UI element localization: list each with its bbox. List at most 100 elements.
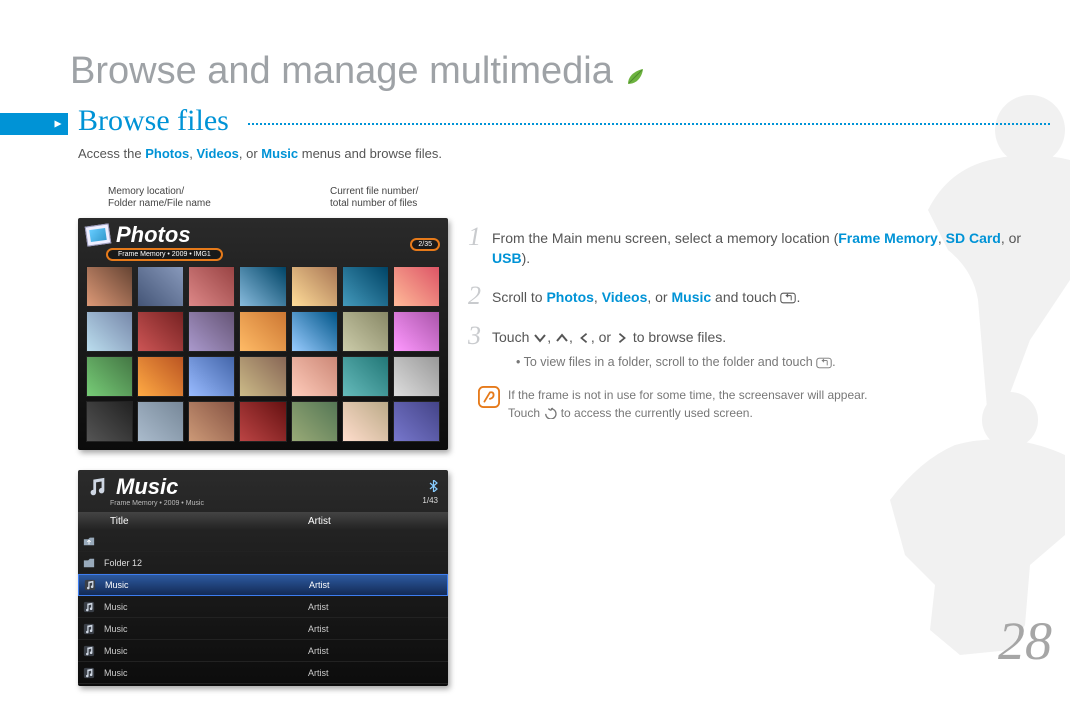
music-note-icon: [79, 579, 101, 591]
photo-thumb[interactable]: [188, 311, 235, 352]
step-3-body: Touch , , , or to browse files. To view …: [492, 323, 836, 372]
photo-thumb[interactable]: [188, 356, 235, 397]
step-3: 3 Touch , , , or to browse files. To vie…: [468, 323, 1028, 372]
photo-thumb[interactable]: [137, 311, 184, 352]
music-row-title: Music: [100, 668, 308, 678]
photo-thumb[interactable]: [86, 311, 133, 352]
music-row-title: Music: [100, 646, 308, 656]
music-row-artist: Artist: [308, 646, 448, 656]
photo-thumb[interactable]: [137, 401, 184, 442]
steps-column: 1 From the Main menu screen, select a me…: [468, 224, 1028, 422]
music-row-title: Music: [101, 580, 309, 590]
chevron-up-icon: [555, 332, 569, 344]
music-list: Folder 12MusicArtistMusicArtistMusicArti…: [78, 530, 448, 686]
music-header: Music: [78, 470, 448, 500]
music-panel: Music Frame Memory • 2009 • Music 1/43 T…: [78, 470, 448, 686]
music-row[interactable]: MusicArtist: [78, 618, 448, 640]
photo-thumb[interactable]: [137, 266, 184, 307]
back-icon: [543, 407, 557, 419]
photo-thumb[interactable]: [291, 311, 338, 352]
photo-thumb[interactable]: [239, 356, 286, 397]
photo-thumb[interactable]: [291, 401, 338, 442]
music-table-header: Title Artist: [78, 512, 448, 530]
photos-file-counter: 2/35: [410, 238, 440, 251]
photo-thumb[interactable]: [86, 356, 133, 397]
note-box: If the frame is not in use for some time…: [478, 386, 1028, 422]
step-1: 1 From the Main menu screen, select a me…: [468, 224, 1028, 269]
music-row[interactable]: MusicArtist: [78, 640, 448, 662]
photos-header: Photos: [78, 218, 448, 248]
page-number: 28: [998, 610, 1052, 672]
music-note-icon: [78, 601, 100, 613]
photo-thumb[interactable]: [291, 356, 338, 397]
music-row-title: Music: [100, 602, 308, 612]
enter-icon: [816, 357, 832, 369]
photo-thumb[interactable]: [86, 266, 133, 307]
chevron-right-icon: [615, 332, 629, 344]
photo-thumb[interactable]: [393, 311, 440, 352]
photo-thumb[interactable]: [291, 266, 338, 307]
chevron-left-icon: [577, 332, 591, 344]
music-row-title: Folder 12: [100, 558, 308, 568]
music-row[interactable]: MusicArtist: [78, 684, 448, 686]
photo-thumb[interactable]: [239, 401, 286, 442]
bluetooth-icon: [429, 480, 438, 494]
music-app-icon: [86, 476, 108, 498]
folder-icon: [78, 557, 100, 569]
music-row[interactable]: MusicArtist: [78, 574, 448, 596]
music-row-artist: Artist: [308, 602, 448, 612]
step-2-body: Scroll to Photos, Videos, or Music and t…: [492, 283, 800, 309]
photo-thumb[interactable]: [86, 401, 133, 442]
music-row[interactable]: MusicArtist: [78, 596, 448, 618]
enter-icon: [780, 292, 796, 304]
photo-thumb[interactable]: [137, 356, 184, 397]
music-row[interactable]: MusicArtist: [78, 662, 448, 684]
photo-thumb[interactable]: [393, 266, 440, 307]
chevron-down-icon: [533, 332, 547, 344]
photos-title: Photos: [116, 222, 191, 248]
music-row-title: Music: [100, 624, 308, 634]
step-number: 3: [468, 323, 492, 372]
col-title: Title: [78, 516, 308, 527]
callout-file-number: Current file number/ total number of fil…: [330, 186, 418, 209]
step-number: 1: [468, 224, 492, 269]
music-row-artist: Artist: [308, 668, 448, 678]
step-2: 2 Scroll to Photos, Videos, or Music and…: [468, 283, 1028, 309]
photo-thumb[interactable]: [188, 401, 235, 442]
section-title: Browse files: [78, 104, 229, 138]
page-heading-text: Browse and manage multimedia: [70, 50, 613, 92]
note-text: If the frame is not in use for some time…: [508, 386, 868, 422]
step-number: 2: [468, 283, 492, 309]
music-note-icon: [78, 623, 100, 635]
photo-thumb[interactable]: [239, 311, 286, 352]
photo-thumb[interactable]: [342, 311, 389, 352]
photo-thumb[interactable]: [393, 401, 440, 442]
photo-thumb[interactable]: [239, 266, 286, 307]
note-badge-icon: [478, 386, 500, 408]
photo-thumb[interactable]: [342, 401, 389, 442]
photo-thumb[interactable]: [342, 266, 389, 307]
photos-app-icon: [85, 223, 112, 246]
music-title: Music: [116, 474, 178, 500]
folder-up-icon: [78, 535, 100, 547]
photo-thumb[interactable]: [342, 356, 389, 397]
intro-line: Access the Photos, Videos, or Music menu…: [78, 146, 442, 161]
music-row[interactable]: [78, 530, 448, 552]
music-counter: 1/43: [422, 496, 438, 505]
callout-memory-location: Memory location/ Folder name/File name: [108, 186, 211, 209]
col-artist: Artist: [308, 516, 448, 527]
leaf-icon: [625, 54, 645, 97]
music-breadcrumb: Frame Memory • 2009 • Music: [110, 500, 204, 507]
photo-thumb[interactable]: [393, 356, 440, 397]
music-row-artist: Artist: [308, 624, 448, 634]
photo-grid: [86, 266, 440, 442]
music-row-artist: Artist: [309, 580, 447, 590]
page-heading: Browse and manage multimedia: [70, 50, 645, 97]
music-row[interactable]: Folder 12: [78, 552, 448, 574]
photo-thumb[interactable]: [188, 266, 235, 307]
photos-panel: Photos Frame Memory • 2009 • IMG1 2/35: [78, 218, 448, 450]
section-arrow-stripe: [0, 113, 68, 135]
step-1-body: From the Main menu screen, select a memo…: [492, 224, 1028, 269]
photos-breadcrumb: Frame Memory • 2009 • IMG1: [106, 248, 223, 261]
music-note-icon: [78, 645, 100, 657]
